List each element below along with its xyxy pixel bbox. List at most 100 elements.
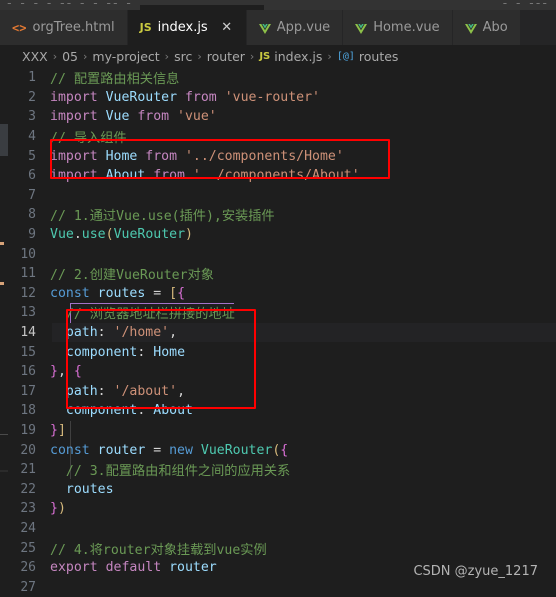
breadcrumb[interactable]: XXX › 05 › my-project › src › router › JS index.js ›… (0, 45, 556, 68)
code-line[interactable]: 20 const router = new VueRouter({ (8, 440, 556, 460)
line-number: 2 (28, 89, 36, 105)
code-line[interactable]: 13 // 浏览器地址栏拼接的地址 (8, 303, 556, 323)
code-token: '../components/About' (192, 168, 360, 184)
code-token: router (97, 442, 154, 458)
code-token: , (169, 325, 178, 341)
js-icon: JS (259, 51, 271, 62)
code-line[interactable]: 6 import About from '../components/About' (8, 166, 556, 186)
line-number: 4 (28, 129, 36, 145)
code-line[interactable]: 3 import Vue from 'vue' (8, 107, 556, 127)
code-line[interactable]: 2 import VueRouter from 'vue-router' (8, 88, 556, 108)
line-number: 17 (20, 383, 36, 399)
line-number: 3 (28, 109, 36, 125)
code-token: from (137, 109, 178, 125)
breadcrumb-item[interactable]: src (174, 49, 192, 64)
code-token: from (184, 89, 225, 105)
code-line[interactable]: 19}] (8, 421, 556, 441)
breadcrumb-separator: › (164, 50, 170, 63)
breadcrumb-item[interactable]: 05 (62, 49, 78, 64)
line-text: routes (50, 482, 114, 497)
code-editor[interactable]: 1 // 配置路由相关信息 2 import VueRouter from 'vue-… (0, 68, 556, 597)
vue-icon (464, 23, 477, 34)
tab-home-vue[interactable]: Home.vue (343, 10, 453, 45)
code-line[interactable]: 25 // 4.将router对象挂载到vue实例 (8, 538, 556, 558)
code-line[interactable]: 10 (8, 244, 556, 264)
vue-icon (258, 23, 271, 34)
code-line[interactable]: 9 Vue.use(VueRouter) (8, 225, 556, 245)
code-token: path (65, 325, 98, 341)
breadcrumb-item[interactable]: my-project (92, 49, 159, 64)
code-token: VueRouter (113, 227, 186, 243)
code-line[interactable]: 7 (8, 186, 556, 206)
code-token: . (73, 227, 82, 243)
code-token: ) (57, 501, 66, 517)
line-text: import Vue from 'vue' (50, 109, 217, 124)
code-line[interactable]: 5 import Home from '../components/Home' (8, 146, 556, 166)
breadcrumb-separator: › (327, 50, 332, 63)
code-line[interactable]: 16}, { (8, 362, 556, 382)
code-lines-container[interactable]: 1 // 配置路由相关信息 2 import VueRouter from 'vue-… (8, 68, 556, 597)
code-token: from (145, 148, 185, 164)
code-line[interactable]: 18 component: About (8, 401, 556, 421)
code-token: VueRouter (105, 89, 185, 105)
code-line[interactable]: 15 component: Home (8, 342, 556, 362)
code-line[interactable]: 21 // 3.配置路由和组件之间的应用关系 (8, 460, 556, 480)
code-line[interactable]: 4 // 导入组件 (8, 127, 556, 147)
line-number: 12 (20, 285, 36, 301)
close-icon[interactable]: ✕ (220, 21, 234, 34)
code-token: } (50, 364, 58, 380)
breadcrumb-separator: › (249, 50, 255, 63)
code-line[interactable]: 14 path: '/home', (8, 322, 556, 343)
code-line[interactable]: 27 (8, 577, 556, 597)
code-token: : (97, 325, 114, 341)
code-line[interactable]: 8 // 1.通过Vue.use(插件),安装插件 (8, 205, 556, 225)
code-token: export (50, 560, 106, 576)
code-token: , (177, 383, 186, 399)
line-text: }) (50, 501, 66, 516)
breadcrumb-item[interactable]: index.js (274, 49, 322, 64)
line-text: path: '/home', (50, 325, 177, 340)
code-token: use (81, 227, 106, 243)
line-number: 22 (20, 481, 36, 497)
code-token: default (105, 560, 170, 576)
line-number: 14 (20, 325, 36, 341)
vscode-window: ˍ ˍ ˍ ˍ ˍˍ ˍ ˍ ˍˍ ˍ ˍ ˍ ˍˍˍ <> orgTree.ht… (0, 0, 556, 597)
code-token: About (105, 168, 154, 184)
code-line[interactable]: 12 const routes = [{ (8, 284, 556, 304)
window-top-strip: ˍ ˍ ˍ ˍ ˍˍ ˍ ˍ ˍˍ ˍ ˍ ˍ ˍˍˍ (0, 0, 556, 10)
code-token: new (169, 442, 201, 458)
editor-left-overview-strip[interactable] (0, 68, 8, 597)
code-token: // 浏览器地址栏拼接的地址 (50, 307, 235, 323)
breadcrumb-item[interactable]: router (207, 49, 245, 64)
code-token: } (50, 422, 58, 438)
overview-divider (0, 470, 8, 472)
html-icon: <> (12, 20, 27, 35)
code-token: import (50, 89, 106, 105)
breadcrumb-item[interactable]: routes (359, 49, 399, 64)
code-token: = (153, 285, 170, 301)
tab-label: index.js (157, 20, 208, 35)
tab-index-js[interactable]: JS index.js ✕ (127, 10, 247, 45)
code-line[interactable]: 17 path: '/about', (8, 382, 556, 402)
code-line[interactable]: 24 (8, 519, 556, 539)
code-line[interactable]: 11 // 2.创建VueRouter对象 (8, 264, 556, 284)
line-text: }] (50, 423, 66, 438)
code-line[interactable]: 1 // 配置路由相关信息 (8, 68, 556, 88)
code-token: // 2.创建VueRouter对象 (50, 268, 214, 284)
code-token: { (280, 442, 289, 458)
code-token: import (50, 109, 106, 125)
line-number: 9 (28, 227, 36, 243)
tab-abo[interactable]: Abo (452, 10, 521, 45)
code-line[interactable]: 22 routes (8, 479, 556, 499)
line-text: Vue.use(VueRouter) (50, 227, 193, 242)
tab-app-vue[interactable]: App.vue (246, 10, 344, 45)
code-token: const (50, 442, 98, 458)
breadcrumb-item[interactable]: XXX (22, 49, 48, 64)
tab-orgtree-html[interactable]: <> orgTree.html (0, 10, 128, 45)
code-token: Home (105, 148, 146, 164)
code-token: Home (153, 344, 186, 360)
code-token: const (50, 285, 98, 301)
vue-icon (355, 23, 368, 34)
code-line[interactable]: 23}) (8, 499, 556, 519)
